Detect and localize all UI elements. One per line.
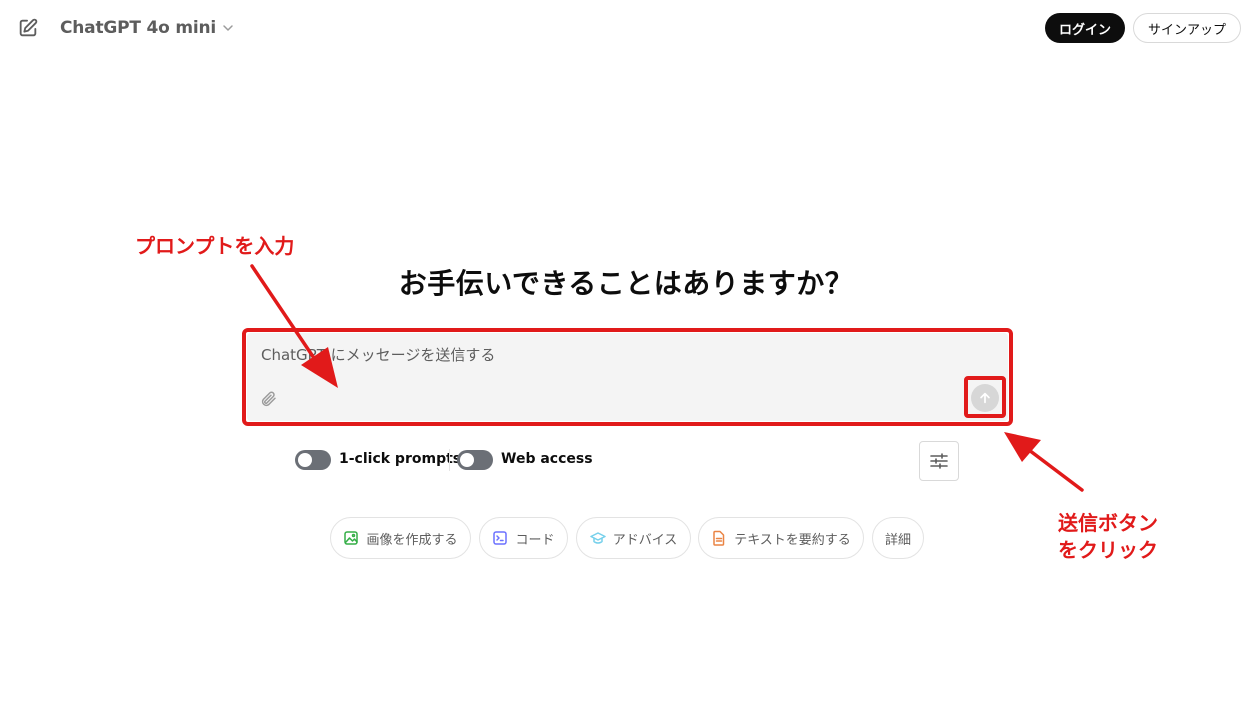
image-icon [344,531,359,545]
send-button-highlight-box [964,376,1006,418]
suggestion-label: 詳細 [884,532,911,548]
document-icon [713,530,725,546]
annotation-arrow-send [1023,445,1084,492]
chevron-down-icon [223,25,233,31]
page-heading: お手伝いできることはありますか？ [398,267,854,300]
suggestion-label: アドバイス [612,532,678,548]
annotation-prompt-note: プロンプトを入力 [135,234,295,258]
suggestion-create-image[interactable]: 画像を作成する [330,517,471,559]
one-click-prompts-toggle[interactable] [295,450,331,470]
model-selector[interactable]: ChatGPT 4o mini [60,14,234,42]
login-button[interactable]: ログイン [1045,13,1125,43]
model-name: ChatGPT 4o mini [60,18,217,38]
annotation-arrowhead-send [1004,432,1041,462]
one-click-prompts-label: 1-click prompts [339,451,462,467]
suggestion-label: 画像を作成する [366,532,458,548]
suggestion-label: コード [515,532,555,548]
suggestion-code[interactable]: コード [479,517,568,559]
settings-button[interactable] [919,441,959,481]
annotation-send-note-line1: 送信ボタン [1058,511,1158,535]
web-access-toggle[interactable] [457,450,493,470]
signup-button[interactable]: サインアップ [1133,13,1241,43]
suggestion-advice[interactable]: アドバイス [576,517,691,559]
toggle-divider [449,449,450,471]
annotation-send-note-line2: をクリック [1058,538,1158,562]
terminal-icon [493,531,508,545]
composer-highlight-box [242,328,1013,426]
new-chat-icon[interactable] [17,17,39,39]
sliders-icon [930,453,948,469]
suggestion-label: テキストを要約する [734,532,851,548]
graduation-cap-icon [589,532,606,544]
suggestion-more[interactable]: 詳細 [872,517,924,559]
web-access-label: Web access [501,451,593,467]
suggestion-summarize-text[interactable]: テキストを要約する [698,517,864,559]
